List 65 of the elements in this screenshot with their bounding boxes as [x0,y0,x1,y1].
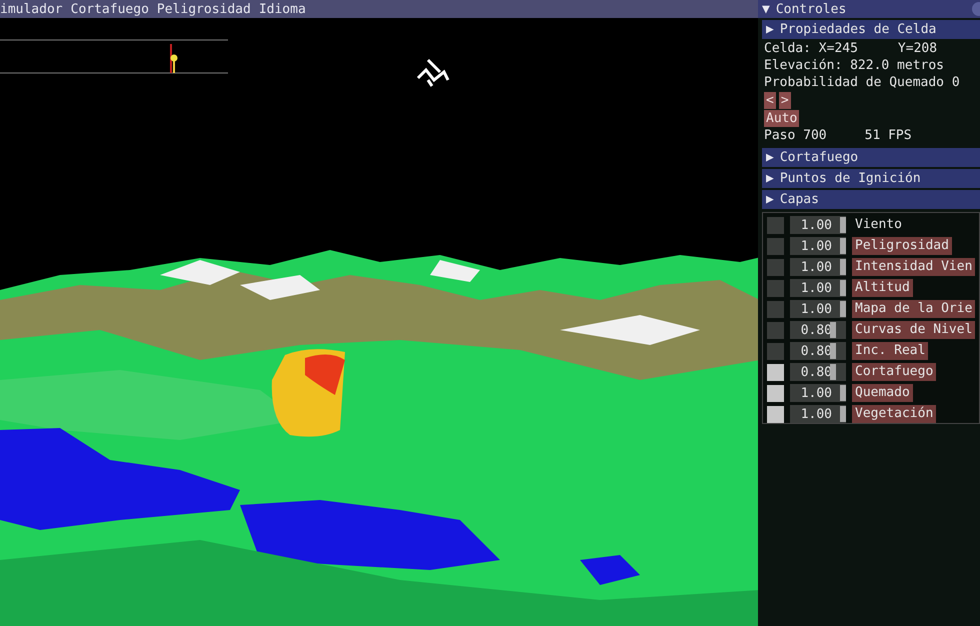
section-header[interactable]: ▶ Cortafuego [762,148,980,167]
opacity-slider[interactable]: 1.00 [790,216,846,234]
step-button[interactable]: > [778,92,791,109]
collapse-toggle[interactable]: ▼ [762,2,770,16]
layer-label[interactable]: Vegetación [852,405,936,423]
expand-toggle[interactable]: ▶ [766,192,774,207]
menu-item[interactable]: Peligrosidad [156,2,251,16]
layer-label[interactable]: Viento [852,216,905,234]
expand-toggle[interactable]: ▶ [766,150,774,165]
opacity-slider[interactable]: 1.00 [790,384,846,402]
section-title: Propiedades de Celda [780,22,936,37]
section-header[interactable]: ▶ Capas [762,190,980,209]
step-text: Paso 700 [764,128,827,144]
menu-item[interactable]: Cortafuego [70,2,149,16]
section-header[interactable]: ▶ Puntos de Ignición [762,169,980,188]
layer-checkbox[interactable] [767,300,784,318]
layer-checkbox[interactable] [767,384,784,402]
fps-text: 51 FPS [864,128,912,144]
layer-checkbox[interactable] [767,258,784,276]
slider-thumb[interactable] [840,385,846,401]
opacity-slider[interactable]: 1.00 [790,258,846,276]
opacity-slider[interactable]: 1.00 [790,279,846,297]
menu-item[interactable]: Idioma [258,2,306,16]
cursor-icon [414,58,450,88]
auto-button[interactable]: Auto [764,110,800,127]
layer-checkbox[interactable] [767,238,784,254]
slider-thumb[interactable] [830,364,836,380]
layer-checkbox[interactable] [767,216,784,234]
opacity-slider[interactable]: 1.00 [790,405,846,423]
layer-checkbox[interactable] [767,280,784,296]
burn-probability-text: Probabilidad de Quemado 0 [764,75,961,91]
opacity-slider[interactable]: 1.00 [790,237,846,255]
menu-item[interactable]: imulador [0,2,63,16]
layer-label[interactable]: Inc. Real [852,342,928,360]
layer-label[interactable]: Cortafuego [852,363,936,381]
expand-toggle[interactable]: ▶ [766,22,774,37]
layer-checkbox[interactable] [767,322,784,338]
layer-label[interactable]: Intensidad Vien [852,258,976,276]
section-title: Puntos de Ignición [780,171,921,186]
layer-label[interactable]: Mapa de la Orie [852,300,976,318]
layer-checkbox[interactable] [767,342,784,360]
cell-y-text: Y=208 [898,41,938,57]
expand-toggle[interactable]: ▶ [766,171,774,186]
layer-checkbox[interactable] [767,406,784,422]
slider-thumb[interactable] [830,322,836,338]
elevation-text: Elevación: 822.0 metros [764,58,946,74]
opacity-slider[interactable]: 1.00 [790,300,846,318]
slider-thumb[interactable] [840,259,846,275]
slider-thumb[interactable] [840,280,846,296]
step-button[interactable]: < [764,92,776,109]
layer-label[interactable]: Altitud [852,279,913,297]
layer-label[interactable]: Quemado [852,384,913,402]
slider-thumb[interactable] [840,301,846,317]
section-header[interactable]: ▶ Propiedades de Celda [762,20,980,39]
slider-thumb[interactable] [840,238,846,254]
slider-thumb[interactable] [830,343,836,359]
panel-title: Controles [776,2,846,16]
slider-thumb[interactable] [840,217,846,233]
layer-label[interactable]: Peligrosidad [852,237,952,255]
slider-thumb[interactable] [840,406,846,422]
cell-x-text: Celda: X=245 [764,41,858,57]
layer-checkbox[interactable] [767,364,784,380]
section-title: Cortafuego [780,150,858,165]
layer-label[interactable]: Curvas de Nivel [852,321,976,339]
section-title: Capas [780,192,819,207]
